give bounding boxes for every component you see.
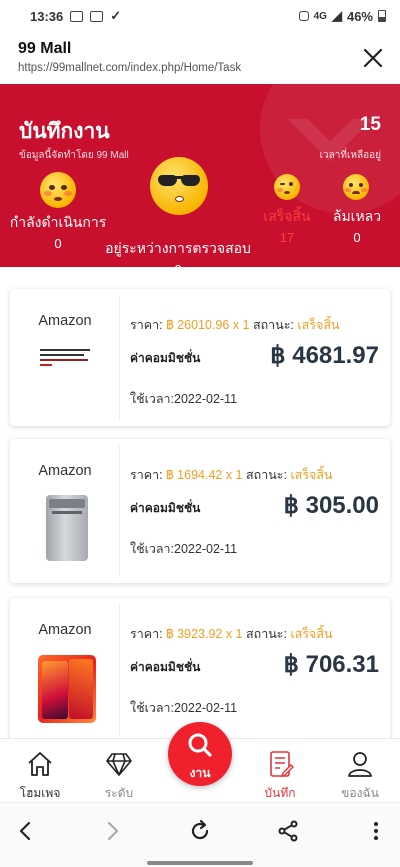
task-card[interactable]: Amazon ราคา: ฿ 3923.92 x 1 สถานะ: เสร็จส… xyxy=(10,598,390,742)
system-nav xyxy=(0,802,400,867)
wink-emoji-icon xyxy=(274,174,300,200)
page-title: บันทึกงาน xyxy=(19,120,110,143)
home-icon xyxy=(28,752,52,776)
nav-home[interactable]: โฮมเพจ xyxy=(5,749,75,803)
sad-emoji-icon xyxy=(343,174,369,200)
card-divider xyxy=(119,445,120,577)
search-icon xyxy=(188,733,212,757)
nav-mine[interactable]: ของฉัน xyxy=(325,749,395,803)
commission-label: ค่าคอมมิชชั่น xyxy=(130,351,201,365)
stat-value: 0 xyxy=(353,230,361,245)
summary-banner: บันทึกงาน ข้อมูลนี้จัดทำโดย 99 Mall 15 เ… xyxy=(0,84,400,267)
nav-level[interactable]: ระดับ xyxy=(84,749,154,803)
stat-label: กำลังดำเนินการ xyxy=(9,214,107,230)
product-image xyxy=(38,655,96,723)
remaining-label: เวลาที่เหลืออยู่ xyxy=(319,150,381,161)
status-value: เสร็จสิ้น xyxy=(290,468,333,482)
lock-icon xyxy=(298,11,309,21)
status-left: 13:36 ✓ xyxy=(30,8,121,24)
cool-emoji-icon xyxy=(150,157,208,215)
nav-home-label: โฮมเพจ xyxy=(19,786,61,800)
price-line: ราคา: ฿ 3923.92 x 1 สถานะ: เสร็จสิ้น xyxy=(130,624,333,644)
status-label: สถานะ: xyxy=(246,468,287,482)
remaining-count: 15 xyxy=(359,114,381,135)
status-value: เสร็จสิ้น xyxy=(290,627,333,641)
used-time: ใช้เวลา:2022-02-11 xyxy=(130,542,238,556)
battery-text: 46% xyxy=(346,8,373,24)
network-label: 4G xyxy=(313,10,327,22)
back-icon[interactable] xyxy=(14,819,38,843)
user-icon xyxy=(348,752,372,777)
nav-record[interactable]: บันทึก xyxy=(245,749,315,803)
price-value: ฿ 3923.92 x 1 xyxy=(166,627,243,641)
used-time: ใช้เวลา:2022-02-11 xyxy=(130,392,238,406)
reload-icon[interactable] xyxy=(188,819,212,843)
task-fab-button[interactable]: งาน xyxy=(168,722,232,786)
battery-icon xyxy=(378,10,386,22)
close-icon[interactable] xyxy=(362,47,384,69)
angry-emoji-icon xyxy=(40,172,76,208)
commission-value: ฿ 305.00 xyxy=(283,492,379,519)
task-card[interactable]: Amazon ราคา: ฿ 1694.42 x 1 สถานะ: เสร็จส… xyxy=(10,439,390,583)
checkmark-icon: ✓ xyxy=(110,8,122,23)
price-line: ราคา: ฿ 26010.96 x 1 สถานะ: เสร็จสิ้น xyxy=(130,315,340,335)
status-label: สถานะ: xyxy=(252,318,294,332)
status-value: เสร็จสิ้น xyxy=(297,318,340,332)
price-label: ราคา: xyxy=(130,318,163,332)
diamond-icon xyxy=(106,753,132,776)
forward-icon[interactable] xyxy=(100,819,124,843)
stat-label: ล้มเหลว xyxy=(332,208,382,224)
clock: 13:36 xyxy=(30,8,64,24)
stat-value: 0 xyxy=(104,262,252,267)
record-icon xyxy=(270,751,294,778)
stat-label: เสร็จสิ้น xyxy=(263,208,311,224)
commission-value: ฿ 706.31 xyxy=(283,651,379,678)
nav-level-label: ระดับ xyxy=(104,786,134,800)
commission-label: ค่าคอมมิชชั่น xyxy=(130,501,201,515)
fab-label: งาน xyxy=(189,766,211,780)
stat-value: 17 xyxy=(279,230,295,245)
status-right: 4G ◢ 46% xyxy=(298,8,386,24)
browser-url: https://99mallnet.com/index.php/Home/Tas… xyxy=(18,62,242,74)
stat-in-progress[interactable]: กำลังดำเนินการ 0 xyxy=(4,212,112,251)
shop-name: Amazon xyxy=(38,622,92,638)
stat-reviewing[interactable]: อยู่ระหว่างการตรวจสอบ 0 xyxy=(104,238,252,267)
commission-value: ฿ 4681.97 xyxy=(270,342,379,369)
nav-mine-label: ของฉัน xyxy=(341,786,379,800)
home-indicator[interactable] xyxy=(147,861,253,865)
status-label: สถานะ: xyxy=(246,627,287,641)
stat-value: 0 xyxy=(54,236,62,251)
price-label: ราคา: xyxy=(130,627,163,641)
price-value: ฿ 26010.96 x 1 xyxy=(166,318,250,332)
card-divider xyxy=(119,295,120,420)
shop-name: Amazon xyxy=(38,313,92,329)
stat-completed[interactable]: เสร็จสิ้น 17 xyxy=(252,206,322,245)
image-icon xyxy=(90,10,104,22)
stat-label: อยู่ระหว่างการตรวจสอบ xyxy=(105,240,251,256)
price-value: ฿ 1694.42 x 1 xyxy=(166,468,243,482)
price-label: ราคา: xyxy=(130,468,163,482)
notification-icon xyxy=(70,10,84,22)
shop-name: Amazon xyxy=(38,463,92,479)
stat-failed[interactable]: ล้มเหลว 0 xyxy=(322,206,392,245)
status-bar: 13:36 ✓ 4G ◢ 46% xyxy=(0,0,400,32)
page-subtitle: ข้อมูลนี้จัดทำโดย 99 Mall xyxy=(19,150,129,161)
card-divider xyxy=(119,604,120,736)
signal-icon: ◢ xyxy=(331,8,342,23)
more-menu-icon[interactable] xyxy=(364,819,388,843)
commission-label: ค่าคอมมิชชั่น xyxy=(130,660,201,674)
used-time: ใช้เวลา:2022-02-11 xyxy=(130,701,238,715)
price-line: ราคา: ฿ 1694.42 x 1 สถานะ: เสร็จสิ้น xyxy=(130,465,333,485)
product-image xyxy=(46,495,88,561)
share-icon[interactable] xyxy=(276,819,300,843)
browser-header: 99 Mall https://99mallnet.com/index.php/… xyxy=(0,32,400,84)
browser-title: 99 Mall xyxy=(18,40,72,57)
task-card[interactable]: Amazon ราคา: ฿ 26010.96 x 1 สถานะ: เสร็จ… xyxy=(10,289,390,426)
product-image xyxy=(40,349,92,375)
nav-record-label: บันทึก xyxy=(264,786,296,800)
